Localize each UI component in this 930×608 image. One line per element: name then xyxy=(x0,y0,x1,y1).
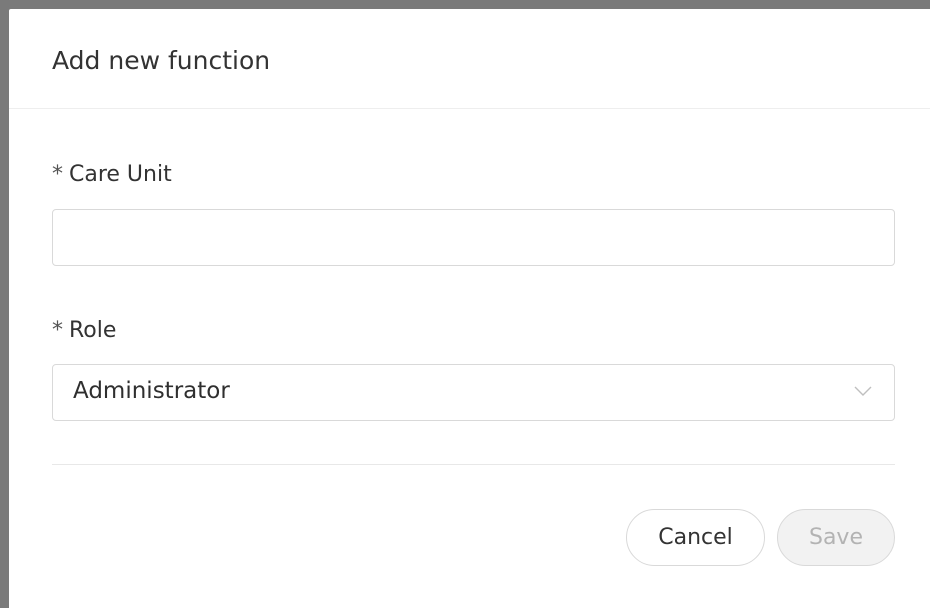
required-marker: * xyxy=(52,162,63,187)
role-label-text: Role xyxy=(69,318,117,343)
care-unit-label-text: Care Unit xyxy=(69,162,172,187)
required-marker: * xyxy=(52,318,63,343)
care-unit-label: * Care Unit xyxy=(52,162,172,187)
dialog-title: Add new function xyxy=(52,46,271,75)
dialog-header: Add new function xyxy=(9,9,930,109)
footer-divider xyxy=(52,464,895,465)
cancel-button[interactable]: Cancel xyxy=(626,509,765,566)
role-label: * Role xyxy=(52,318,116,343)
add-function-dialog: Add new function * Care Unit * Role Admini… xyxy=(9,9,930,608)
role-selected-value: Administrator xyxy=(73,378,230,404)
save-button[interactable]: Save xyxy=(777,509,895,566)
role-select[interactable]: Administrator xyxy=(52,364,895,421)
care-unit-input[interactable] xyxy=(52,209,895,266)
chevron-down-icon xyxy=(854,386,872,396)
